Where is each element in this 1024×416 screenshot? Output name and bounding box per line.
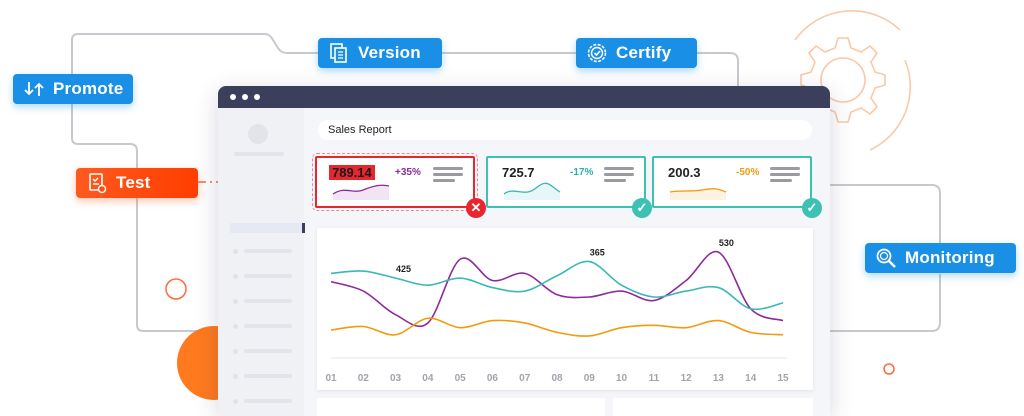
bottom-panel — [317, 398, 605, 416]
kpi-sparkline — [503, 182, 561, 200]
window-dot — [242, 94, 248, 100]
kpi-placeholder — [604, 179, 626, 182]
series-line-1 — [330, 250, 784, 328]
magnifier-icon — [875, 247, 897, 269]
x-tick-label: 04 — [422, 373, 434, 384]
kpi-card[interactable]: 725.7 -17% — [486, 156, 646, 208]
x-tick-label: 14 — [745, 373, 757, 384]
sidebar-item[interactable] — [244, 274, 292, 278]
connector-promote-left — [71, 104, 218, 332]
sidebar-dot — [233, 249, 238, 254]
x-tick-label: 10 — [616, 373, 628, 384]
ring-decoration — [165, 278, 187, 300]
sidebar-item[interactable] — [244, 324, 292, 328]
kpi-card[interactable]: 200.3 -50% — [652, 156, 812, 208]
x-tick-label: 02 — [358, 373, 370, 384]
kpi-placeholder — [604, 173, 634, 176]
x-tick-label: 15 — [777, 373, 789, 384]
x-tick-label: 12 — [681, 373, 693, 384]
kpi-placeholder — [604, 167, 634, 170]
kpi-change: -17% — [570, 167, 594, 178]
x-tick-label: 06 — [487, 373, 499, 384]
kpi-value: 200.3 — [668, 165, 701, 180]
sidebar — [218, 108, 305, 416]
kpi-card[interactable]: 789.14 +35% — [312, 153, 478, 211]
bottom-panel — [613, 398, 813, 416]
avatar — [248, 124, 268, 144]
sidebar-dot — [233, 349, 238, 354]
kpi-value: 725.7 — [502, 165, 535, 180]
connector-monitoring-back — [830, 274, 941, 332]
kpi-change: +35% — [395, 167, 421, 178]
check-icon: ✓ — [632, 198, 652, 218]
sidebar-item[interactable] — [244, 349, 292, 353]
sidebar-dot — [233, 299, 238, 304]
app-window: Sales Report 789.14 +35% ✕ 725.7 -17% ✓ … — [218, 86, 830, 416]
sidebar-item[interactable] — [244, 249, 292, 253]
monitoring-label: Monitoring — [905, 248, 995, 267]
check-icon: ✓ — [802, 198, 822, 218]
promote-label: Promote — [53, 79, 124, 98]
sidebar-dot — [233, 399, 238, 404]
x-tick-label: 11 — [649, 373, 660, 384]
x-tick-label: 07 — [519, 373, 531, 384]
test-document-icon — [86, 172, 108, 194]
sidebar-placeholder — [234, 152, 284, 156]
connector-promote-version — [71, 33, 318, 74]
kpi-sparkline — [669, 188, 727, 200]
sidebar-item-active[interactable] — [230, 223, 305, 233]
connector-certify-window — [697, 52, 739, 88]
ring-decoration — [883, 363, 895, 375]
data-label: 365 — [590, 248, 605, 258]
sidebar-dot — [233, 374, 238, 379]
version-button[interactable]: Version — [318, 38, 442, 68]
badge-check-icon — [586, 42, 608, 64]
kpi-placeholder — [770, 179, 792, 182]
sidebar-item[interactable] — [244, 299, 292, 303]
window-dot — [254, 94, 260, 100]
report-title: Sales Report — [318, 120, 812, 140]
x-tick-label: 09 — [584, 373, 596, 384]
certify-label: Certify — [616, 43, 672, 62]
kpi-value: 789.14 — [329, 165, 375, 180]
kpi-placeholder — [433, 179, 455, 182]
x-tick-label: 05 — [455, 373, 467, 384]
monitoring-button[interactable]: Monitoring — [865, 243, 1016, 273]
sales-chart: 01 02 03 04 05 06 07 08 09 10 11 12 13 14 15 425 365 530 — [317, 228, 813, 390]
sidebar-dot — [233, 324, 238, 329]
kpi-change: -50% — [736, 167, 760, 178]
window-titlebar — [218, 86, 830, 108]
data-label: 425 — [396, 264, 411, 274]
documents-icon — [328, 42, 350, 64]
test-label: Test — [116, 173, 151, 192]
kpi-sparkline — [332, 184, 390, 200]
connector-window-monitoring — [830, 184, 941, 245]
sales-chart-svg: 01 02 03 04 05 06 07 08 09 10 11 12 13 14 15 425 365 530 — [325, 238, 789, 384]
kpi-placeholder — [770, 167, 800, 170]
version-label: Version — [358, 43, 421, 62]
window-dot — [230, 94, 236, 100]
test-button[interactable]: Test — [76, 168, 198, 198]
x-tick-label: 13 — [713, 373, 725, 384]
sidebar-item[interactable] — [244, 374, 292, 378]
data-label: 530 — [719, 238, 734, 248]
certify-button[interactable]: Certify — [576, 38, 697, 68]
sidebar-dot — [233, 274, 238, 279]
x-tick-label: 08 — [551, 373, 563, 384]
x-tick-label: 03 — [390, 373, 402, 384]
kpi-placeholder — [770, 173, 800, 176]
kpi-placeholder — [433, 173, 463, 176]
promote-button[interactable]: Promote — [13, 74, 133, 104]
sidebar-item[interactable] — [244, 399, 292, 403]
promote-icon — [23, 78, 45, 100]
kpi-placeholder — [433, 167, 463, 170]
fail-icon: ✕ — [466, 198, 486, 218]
series-line-3 — [330, 317, 784, 337]
x-tick-label: 01 — [325, 373, 337, 384]
